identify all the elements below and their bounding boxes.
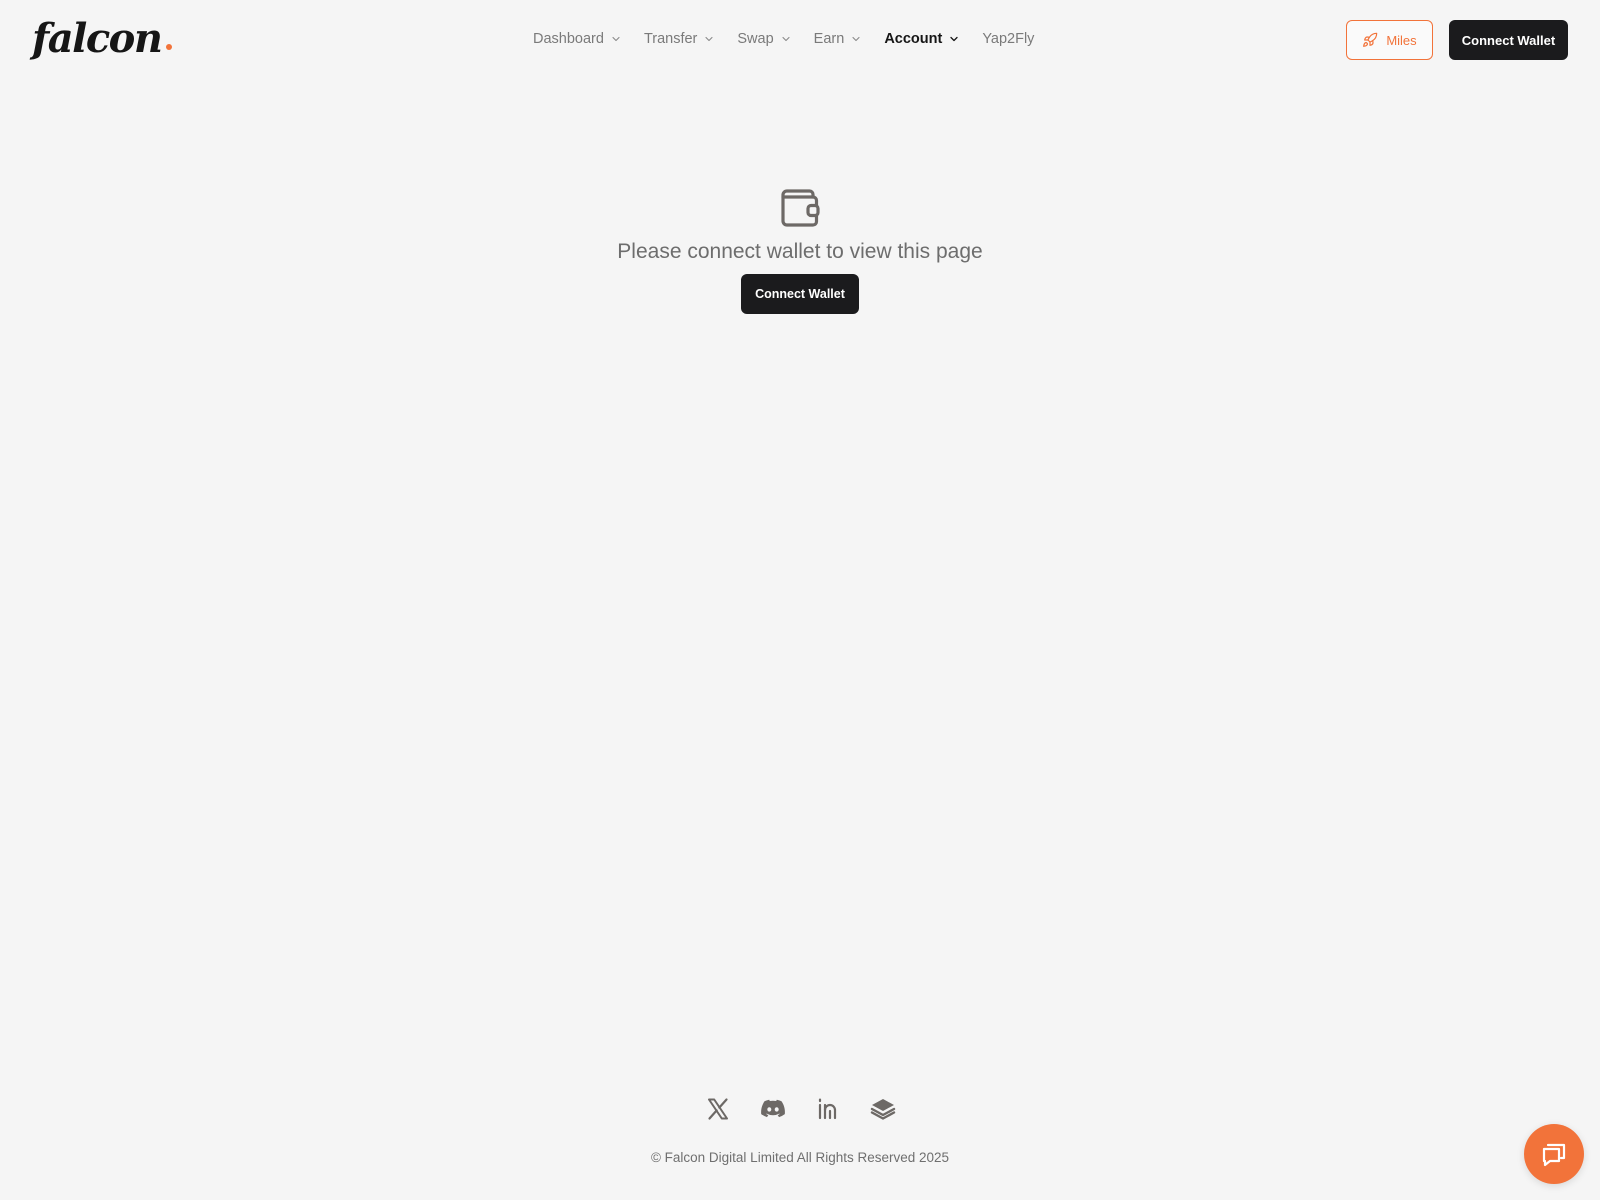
chevron-down-icon bbox=[612, 35, 620, 43]
wallet-icon bbox=[778, 186, 822, 230]
logo-dot bbox=[166, 44, 173, 50]
connect-wallet-button-main[interactable]: Connect Wallet bbox=[741, 274, 859, 314]
nav-item-label: Dashboard bbox=[533, 31, 604, 47]
chevron-down-icon bbox=[705, 35, 713, 43]
copyright-text: © Falcon Digital Limited All Rights Rese… bbox=[650, 1150, 950, 1165]
connect-wallet-prompt: Please connect wallet to view this page … bbox=[0, 186, 1600, 314]
nav-item-label: Yap2Fly bbox=[982, 31, 1035, 47]
gitbook-icon[interactable] bbox=[869, 1095, 897, 1123]
nav-item-account[interactable]: Account bbox=[884, 31, 958, 47]
main-nav: Dashboard Transfer Swap Earn Account Yap… bbox=[533, 24, 1034, 54]
miles-button[interactable]: Miles bbox=[1346, 20, 1433, 60]
nav-item-label: Account bbox=[884, 31, 943, 47]
chevron-down-icon bbox=[950, 35, 958, 43]
linkedin-icon[interactable] bbox=[814, 1095, 842, 1123]
logo-text: falcon bbox=[32, 15, 163, 62]
social-links bbox=[0, 1095, 1600, 1123]
nav-item-label: Swap bbox=[737, 31, 774, 47]
chat-support-button[interactable] bbox=[1524, 1124, 1584, 1184]
chevron-down-icon bbox=[852, 35, 860, 43]
nav-item-label: Earn bbox=[813, 31, 845, 47]
nav-item-swap[interactable]: Swap bbox=[737, 31, 790, 47]
nav-item-transfer[interactable]: Transfer bbox=[644, 31, 713, 47]
nav-item-earn[interactable]: Earn bbox=[814, 31, 861, 47]
nav-item-yap2fly[interactable]: Yap2Fly bbox=[982, 31, 1034, 47]
connect-wallet-message: Please connect wallet to view this page bbox=[617, 240, 983, 263]
connect-wallet-button[interactable]: Connect Wallet bbox=[1449, 20, 1568, 60]
rocket-icon bbox=[1362, 32, 1378, 48]
top-header: falcon Dashboard Transfer Swap Earn Acco… bbox=[0, 0, 1600, 80]
miles-label: Miles bbox=[1386, 32, 1417, 48]
nav-item-label: Transfer bbox=[643, 31, 698, 47]
discord-icon[interactable] bbox=[759, 1095, 787, 1123]
falcon-logo[interactable]: falcon bbox=[32, 12, 173, 66]
x-icon[interactable] bbox=[704, 1095, 732, 1123]
chevron-down-icon bbox=[782, 35, 790, 43]
nav-item-dashboard[interactable]: Dashboard bbox=[533, 31, 620, 47]
chat-icon bbox=[1539, 1139, 1569, 1169]
